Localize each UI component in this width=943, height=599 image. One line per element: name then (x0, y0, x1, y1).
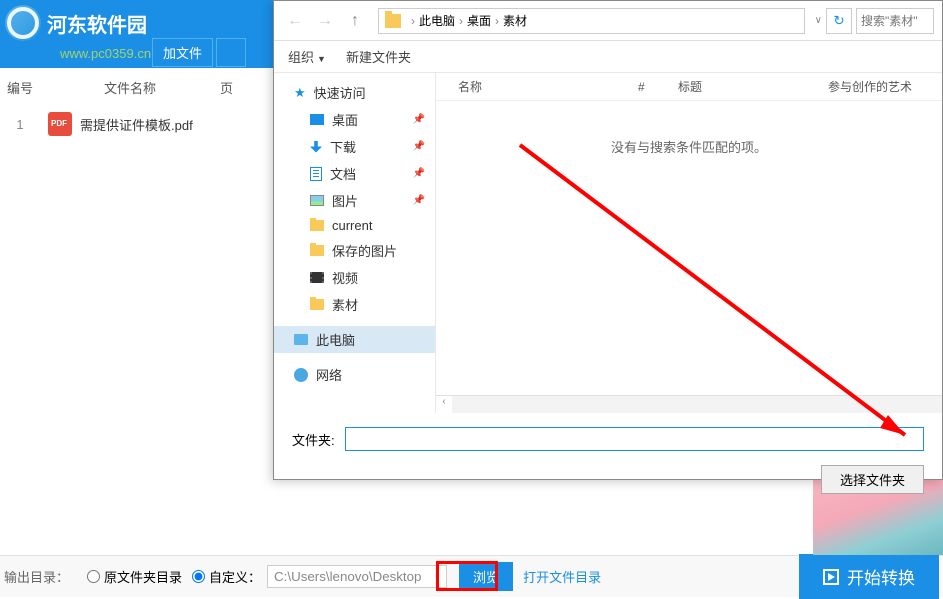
sidebar-item-this-pc[interactable]: 此电脑 (274, 326, 435, 353)
radio-custom-label: 自定义： (209, 567, 261, 586)
folder-icon (310, 299, 324, 310)
col-title[interactable]: 标题 (670, 78, 820, 95)
start-label: 开始转换 (847, 564, 915, 589)
dialog-footer: 文件夹: 选择文件夹 (274, 413, 942, 508)
table-row[interactable]: 1 需提供证件模板.pdf (0, 112, 273, 136)
scroll-left-button[interactable]: ‹ (436, 396, 452, 413)
sidebar-item-current[interactable]: current (274, 214, 435, 237)
nav-up-button[interactable]: ↑ (342, 8, 368, 34)
radio-original-label: 原文件夹目录 (104, 567, 182, 586)
folder-icon (310, 245, 324, 256)
pin-icon: 📌 (413, 141, 425, 152)
radio-original-folder[interactable] (87, 570, 100, 583)
sidebar-item-sucai[interactable]: 素材 (274, 291, 435, 318)
sidebar-item-desktop[interactable]: 桌面📌 (274, 106, 435, 133)
radio-custom[interactable] (192, 570, 205, 583)
download-icon (310, 141, 322, 153)
sidebar-item-quick-access[interactable]: ★快速访问 (274, 79, 435, 106)
pc-icon (294, 334, 308, 345)
app-logo: 河东软件园 (5, 5, 147, 41)
pin-icon: 📌 (413, 168, 425, 179)
sidebar-item-network[interactable]: 网络 (274, 361, 435, 388)
scroll-track[interactable] (452, 396, 942, 413)
content-columns: 名称 # 标题 参与创作的艺术 (436, 73, 942, 101)
breadcrumb[interactable]: › 此电脑 › 桌面 › 素材 (378, 8, 805, 34)
horizontal-scrollbar[interactable]: ‹ (436, 395, 942, 413)
organize-menu[interactable]: 组织▼ (288, 47, 326, 66)
output-path-input[interactable] (267, 565, 447, 588)
dialog-nav-bar: ← → ↑ › 此电脑 › 桌面 › 素材 ∨ ↻ (274, 1, 942, 41)
open-folder-link[interactable]: 打开文件目录 (523, 567, 601, 586)
bc-sep: › (495, 14, 499, 28)
col-name: 文件名称 (40, 78, 220, 97)
bc-sep: › (459, 14, 463, 28)
pdf-icon (48, 112, 72, 136)
document-icon (310, 167, 322, 181)
video-icon (310, 272, 324, 283)
sidebar-item-saved-pics[interactable]: 保存的图片 (274, 237, 435, 264)
annotation-highlight-browse (436, 561, 498, 591)
desktop-icon (310, 114, 324, 125)
output-label: 输出目录： (4, 567, 69, 586)
folder-name-label: 文件夹: (292, 430, 335, 449)
add-file-button[interactable]: 加文件 (152, 38, 213, 67)
bc-seg-pc[interactable]: 此电脑 (419, 12, 455, 29)
bc-sep: › (411, 14, 415, 28)
file-table-header: 编号 文件名称 页 (0, 78, 273, 97)
sidebar-item-videos[interactable]: 视频 (274, 264, 435, 291)
filename: 需提供证件模板.pdf (80, 115, 193, 134)
col-hash[interactable]: # (630, 80, 670, 94)
star-icon: ★ (294, 85, 306, 101)
refresh-button[interactable]: ↻ (826, 8, 852, 34)
col-page: 页 (220, 78, 270, 97)
app-url: www.pc0359.cn (60, 46, 151, 61)
nav-back-button[interactable]: ← (282, 8, 308, 34)
app-title: 河东软件园 (47, 9, 147, 38)
dialog-content: 名称 # 标题 参与创作的艺术 没有与搜索条件匹配的项。 ‹ (436, 73, 942, 413)
sidebar-item-downloads[interactable]: 下载📌 (274, 133, 435, 160)
sidebar-item-documents[interactable]: 文档📌 (274, 160, 435, 187)
folder-name-input[interactable] (345, 427, 924, 451)
search-input[interactable] (856, 8, 934, 34)
folder-picker-dialog: ← → ↑ › 此电脑 › 桌面 › 素材 ∨ ↻ 组织▼ 新建文件夹 ★快速访… (273, 0, 943, 480)
col-name[interactable]: 名称 (450, 78, 630, 95)
picture-icon (310, 195, 324, 206)
pin-icon: 📌 (413, 195, 425, 206)
start-convert-button[interactable]: 开始转换 (799, 554, 939, 599)
row-number: 1 (0, 117, 40, 132)
empty-message: 没有与搜索条件匹配的项。 (436, 101, 942, 395)
folder-icon (385, 14, 401, 28)
bc-seg-current[interactable]: 素材 (503, 12, 527, 29)
col-artist[interactable]: 参与创作的艺术 (820, 78, 920, 95)
col-id: 编号 (0, 78, 40, 97)
pin-icon: 📌 (413, 114, 425, 125)
select-folder-button[interactable]: 选择文件夹 (821, 465, 924, 494)
breadcrumb-dropdown[interactable]: ∨ (815, 15, 822, 26)
logo-icon (5, 5, 41, 41)
new-folder-button[interactable]: 新建文件夹 (346, 47, 411, 66)
dialog-toolbar: 组织▼ 新建文件夹 (274, 41, 942, 73)
network-icon (294, 368, 308, 382)
add-folder-button[interactable] (216, 38, 246, 67)
dialog-sidebar: ★快速访问 桌面📌 下载📌 文档📌 图片📌 current 保存的图片 视频 素… (274, 73, 436, 413)
bc-seg-desktop[interactable]: 桌面 (467, 12, 491, 29)
folder-icon (310, 220, 324, 231)
play-icon (823, 569, 839, 585)
nav-forward-button[interactable]: → (312, 8, 338, 34)
sidebar-item-pictures[interactable]: 图片📌 (274, 187, 435, 214)
